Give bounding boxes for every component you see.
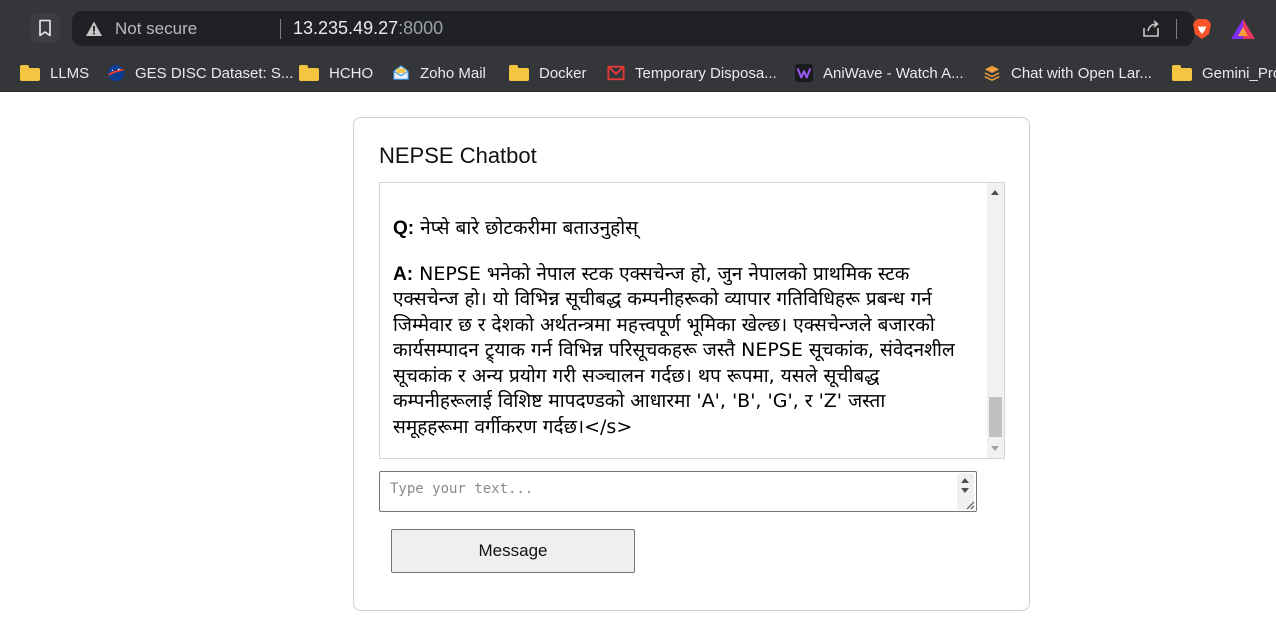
aniwave-icon (795, 64, 813, 82)
bookmark-label: Gemini_Pro (1202, 64, 1276, 82)
bookmark-label: Chat with Open Lar... (1011, 64, 1152, 82)
folder-icon (1172, 65, 1192, 81)
bookmark-gemini-pro[interactable]: Gemini_Pro (1172, 60, 1276, 86)
page-title: NEPSE Chatbot (379, 143, 537, 168)
chat-scrollbar[interactable] (987, 183, 1004, 458)
chat-history[interactable]: ᅳ ᅳ ᅳ ᅳ ᅳ ᅳ ᅳ ᅳ ᅳ ᅳ Q: नेप्से बारे छोटकर… (379, 182, 1005, 459)
message-button[interactable]: Message (391, 529, 635, 573)
url-port: :8000 (398, 18, 444, 38)
scroll-thumb[interactable] (989, 397, 1002, 437)
url-text[interactable]: 13.235.49.27:8000 (293, 18, 443, 39)
divider (1176, 19, 1177, 39)
brave-shield-icon[interactable] (1190, 17, 1214, 41)
folder-icon (299, 65, 319, 81)
bookmark-temp-mail[interactable]: Temporary Disposa... (606, 60, 777, 86)
message-input-wrapper (379, 471, 977, 512)
question-text: नेप्से बारे छोटकरीमा बताउनुहोस् (420, 217, 638, 239)
bookmark-label: Docker (539, 64, 587, 82)
browser-toolbar: Not secure 13.235.49.27:8000 (0, 0, 1276, 56)
security-status[interactable]: Not secure (115, 19, 197, 39)
bookmark-ges-disc[interactable]: GES DISC Dataset: S... (106, 60, 293, 86)
chat-messages: ᅳ ᅳ ᅳ ᅳ ᅳ ᅳ ᅳ ᅳ ᅳ ᅳ Q: नेप्से बारे छोटकर… (393, 183, 963, 458)
bookmark-label: LLMS (50, 64, 90, 82)
spin-up-icon[interactable] (961, 478, 969, 483)
brave-rewards-icon[interactable] (1230, 18, 1256, 40)
chatbot-card: NEPSE Chatbot ᅳ ᅳ ᅳ ᅳ ᅳ ᅳ ᅳ ᅳ ᅳ ᅳ Q: नेप… (353, 117, 1030, 611)
spin-down-icon[interactable] (961, 488, 969, 493)
resize-grip-icon[interactable] (965, 500, 975, 510)
bookmark-label: Zoho Mail (420, 64, 486, 82)
address-bar[interactable]: Not secure 13.235.49.27:8000 (72, 11, 1255, 46)
bookmark-icon[interactable] (30, 13, 60, 43)
bookmarks-bar: LLMS GES DISC Dataset: S... HCHO Zoho Ma… (0, 56, 1276, 92)
temp-mail-icon (607, 65, 625, 81)
divider (280, 19, 281, 39)
folder-icon (509, 65, 529, 81)
layers-icon (984, 65, 1000, 82)
bookmark-aniwave[interactable]: AniWave - Watch A... (794, 60, 964, 86)
answer-text: NEPSE भनेको नेपाल स्टक एक्सचेन्ज हो, जुन… (393, 262, 955, 438)
zoho-mail-icon (393, 65, 409, 80)
share-icon[interactable] (1140, 18, 1162, 40)
bookmark-label: Temporary Disposa... (635, 64, 777, 82)
bookmark-zoho-mail[interactable]: Zoho Mail (391, 60, 486, 86)
scroll-up-arrow-icon[interactable] (991, 190, 999, 195)
answer-message: A: NEPSE भनेको नेपाल स्टक एक्सचेन्ज हो, … (393, 262, 963, 441)
url-host: 13.235.49.27 (293, 18, 399, 38)
bookmark-hcho[interactable]: HCHO (299, 60, 373, 86)
bookmark-label: GES DISC Dataset: S... (135, 64, 294, 82)
bookmark-label: HCHO (329, 64, 374, 82)
nasa-icon (107, 64, 125, 82)
bookmark-label: AniWave - Watch A... (823, 64, 964, 82)
message-input[interactable] (380, 472, 955, 511)
partial-message: ᅳ ᅳ ᅳ ᅳ ᅳ ᅳ ᅳ ᅳ ᅳ ᅳ (393, 183, 963, 196)
question-message: Q: नेप्से बारे छोटकरीमा बताउनुहोस् (393, 216, 963, 242)
bookmark-docker[interactable]: Docker (509, 60, 587, 86)
bookmark-chat-open-llm[interactable]: Chat with Open Lar... (982, 60, 1152, 86)
warning-icon[interactable] (85, 20, 103, 38)
question-label: Q: (393, 218, 415, 239)
folder-icon (20, 65, 40, 81)
scroll-down-arrow-icon[interactable] (991, 446, 999, 451)
answer-label: A: (393, 263, 414, 285)
bookmark-llms[interactable]: LLMS (20, 60, 89, 86)
